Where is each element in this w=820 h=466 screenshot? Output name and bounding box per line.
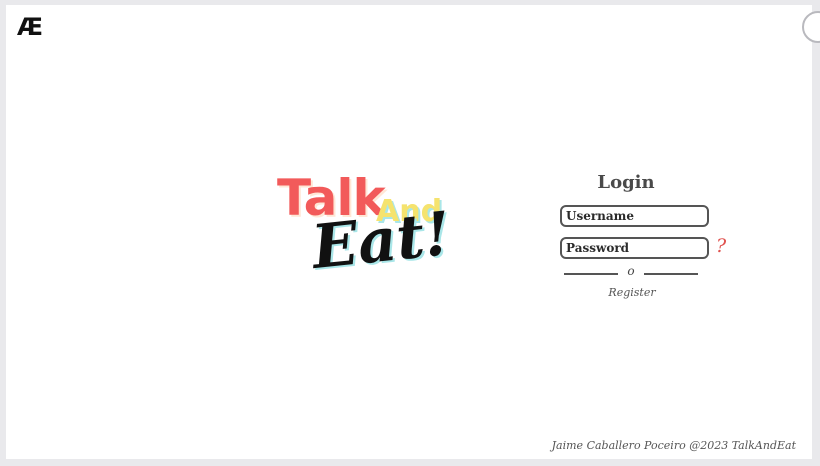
question-mark-icon[interactable]: ? xyxy=(716,235,726,257)
logo-eat-text: Eat! xyxy=(308,198,454,284)
footer-credit: Jaime Caballero Poceiro @2023 TalkAndEat xyxy=(551,439,796,452)
login-title: Login xyxy=(597,172,655,193)
talkandeat-logo: Talk And Eat! xyxy=(274,171,454,295)
divider-text: o xyxy=(627,264,635,278)
partial-circle-button[interactable] xyxy=(802,11,820,43)
password-input[interactable] xyxy=(560,237,709,259)
page-canvas: Æ Talk And Eat! Login ? o Register Jaime… xyxy=(6,5,820,459)
register-link[interactable]: Register xyxy=(554,286,710,299)
divider-line-right xyxy=(644,273,698,275)
username-input[interactable] xyxy=(560,205,709,227)
or-divider: o xyxy=(564,264,698,280)
brand-logo-icon[interactable]: Æ xyxy=(17,13,43,41)
login-panel: Login ? o Register xyxy=(554,172,734,307)
